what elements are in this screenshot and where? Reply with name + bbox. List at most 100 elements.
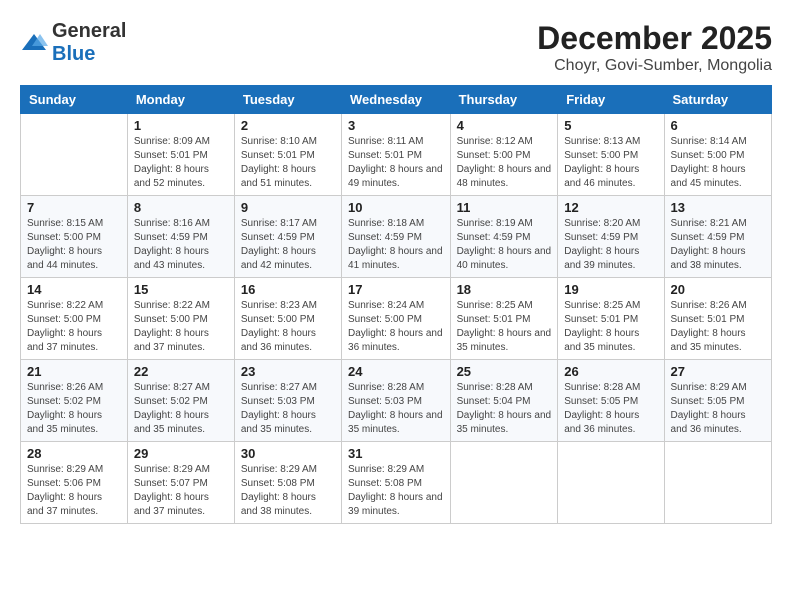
table-row: 18 Sunrise: 8:25 AMSunset: 5:01 PMDayligh… [450, 278, 558, 360]
header-saturday: Saturday [664, 86, 771, 114]
day-info: Sunrise: 8:17 AMSunset: 4:59 PMDaylight:… [241, 217, 335, 273]
table-row: 22 Sunrise: 8:27 AMSunset: 5:02 PMDayligh… [127, 360, 234, 442]
table-row: 16 Sunrise: 8:23 AMSunset: 5:00 PMDayligh… [234, 278, 341, 360]
day-info: Sunrise: 8:28 AMSunset: 5:04 PMDaylight:… [457, 381, 552, 437]
day-number: 29 [134, 446, 228, 461]
calendar-header-row: Sunday Monday Tuesday Wednesday Thursday… [21, 86, 772, 114]
day-number: 4 [457, 118, 552, 133]
day-info: Sunrise: 8:29 AMSunset: 5:07 PMDaylight:… [134, 463, 228, 519]
table-row: 25 Sunrise: 8:28 AMSunset: 5:04 PMDayligh… [450, 360, 558, 442]
table-row: 3Sunrise: 8:11 AMSunset: 5:01 PMDaylight… [342, 114, 451, 196]
table-row: 12 Sunrise: 8:20 AMSunset: 4:59 PMDayligh… [558, 196, 664, 278]
day-number: 12 [564, 200, 657, 215]
table-row: 15 Sunrise: 8:22 AMSunset: 5:00 PMDayligh… [127, 278, 234, 360]
day-number: 7 [27, 200, 121, 215]
day-info: Sunrise: 8:29 AMSunset: 5:08 PMDaylight:… [241, 463, 335, 519]
calendar-title: December 2025 [537, 20, 772, 57]
table-row: 27 Sunrise: 8:29 AMSunset: 5:05 PMDayligh… [664, 360, 771, 442]
day-info: Sunrise: 8:26 AMSunset: 5:02 PMDaylight:… [27, 381, 121, 437]
calendar-week-row: 7 Sunrise: 8:15 AMSunset: 5:00 PMDaylight… [21, 196, 772, 278]
day-info: Sunrise: 8:22 AMSunset: 5:00 PMDaylight:… [27, 299, 121, 355]
day-number: 18 [457, 282, 552, 297]
table-row: 26 Sunrise: 8:28 AMSunset: 5:05 PMDayligh… [558, 360, 664, 442]
day-info: Sunrise: 8:29 AMSunset: 5:05 PMDaylight:… [671, 381, 765, 437]
table-row: 9 Sunrise: 8:17 AMSunset: 4:59 PMDaylight… [234, 196, 341, 278]
calendar-table: Sunday Monday Tuesday Wednesday Thursday… [20, 85, 772, 524]
day-info: Sunrise: 8:27 AMSunset: 5:03 PMDaylight:… [241, 381, 335, 437]
page-header: General Blue December 2025 Choyr, Govi-S… [20, 20, 772, 75]
table-row [664, 442, 771, 524]
day-number: 26 [564, 364, 657, 379]
table-row: 13 Sunrise: 8:21 AMSunset: 4:59 PMDayligh… [664, 196, 771, 278]
day-number: 19 [564, 282, 657, 297]
header-friday: Friday [558, 86, 664, 114]
table-row: 6Sunrise: 8:14 AMSunset: 5:00 PMDaylight… [664, 114, 771, 196]
day-info: Sunrise: 8:23 AMSunset: 5:00 PMDaylight:… [241, 299, 335, 355]
day-number: 20 [671, 282, 765, 297]
day-number: 17 [348, 282, 444, 297]
table-row: 19 Sunrise: 8:25 AMSunset: 5:01 PMDayligh… [558, 278, 664, 360]
table-row: 24 Sunrise: 8:28 AMSunset: 5:03 PMDayligh… [342, 360, 451, 442]
day-info: Sunrise: 8:09 AMSunset: 5:01 PMDaylight:… [134, 135, 228, 191]
header-monday: Monday [127, 86, 234, 114]
day-info: Sunrise: 8:27 AMSunset: 5:02 PMDaylight:… [134, 381, 228, 437]
day-info: Sunrise: 8:28 AMSunset: 5:05 PMDaylight:… [564, 381, 657, 437]
day-info: Sunrise: 8:18 AMSunset: 4:59 PMDaylight:… [348, 217, 444, 273]
day-number: 5 [564, 118, 657, 133]
table-row: 4 Sunrise: 8:12 AMSunset: 5:00 PMDaylight… [450, 114, 558, 196]
day-number: 28 [27, 446, 121, 461]
day-number: 24 [348, 364, 444, 379]
day-info: Sunrise: 8:13 AMSunset: 5:00 PMDaylight:… [564, 135, 657, 191]
day-number: 1 [134, 118, 228, 133]
table-row: 11 Sunrise: 8:19 AMSunset: 4:59 PMDayligh… [450, 196, 558, 278]
day-info: Sunrise: 8:26 AMSunset: 5:01 PMDaylight:… [671, 299, 765, 355]
day-number: 25 [457, 364, 552, 379]
day-info: Sunrise: 8:22 AMSunset: 5:00 PMDaylight:… [134, 299, 228, 355]
table-row: 21 Sunrise: 8:26 AMSunset: 5:02 PMDayligh… [21, 360, 128, 442]
calendar-subtitle: Choyr, Govi-Sumber, Mongolia [537, 57, 772, 75]
day-number: 11 [457, 200, 552, 215]
day-number: 30 [241, 446, 335, 461]
day-info: Sunrise: 8:28 AMSunset: 5:03 PMDaylight:… [348, 381, 444, 437]
table-row [21, 114, 128, 196]
calendar-week-row: 28Sunrise: 8:29 AMSunset: 5:06 PMDayligh… [21, 442, 772, 524]
table-row: 29 Sunrise: 8:29 AMSunset: 5:07 PMDayligh… [127, 442, 234, 524]
table-row: 1 Sunrise: 8:09 AMSunset: 5:01 PMDaylight… [127, 114, 234, 196]
day-number: 13 [671, 200, 765, 215]
table-row: 28Sunrise: 8:29 AMSunset: 5:06 PMDayligh… [21, 442, 128, 524]
table-row: 30 Sunrise: 8:29 AMSunset: 5:08 PMDayligh… [234, 442, 341, 524]
day-info: Sunrise: 8:21 AMSunset: 4:59 PMDaylight:… [671, 217, 765, 273]
day-info: Sunrise: 8:25 AMSunset: 5:01 PMDaylight:… [564, 299, 657, 355]
day-number: 22 [134, 364, 228, 379]
header-tuesday: Tuesday [234, 86, 341, 114]
day-number: 21 [27, 364, 121, 379]
day-number: 27 [671, 364, 765, 379]
day-number: 16 [241, 282, 335, 297]
day-info: Sunrise: 8:20 AMSunset: 4:59 PMDaylight:… [564, 217, 657, 273]
day-info: Sunrise: 8:25 AMSunset: 5:01 PMDaylight:… [457, 299, 552, 355]
day-number: 10 [348, 200, 444, 215]
day-number: 2 [241, 118, 335, 133]
day-info: Sunrise: 8:12 AMSunset: 5:00 PMDaylight:… [457, 135, 552, 191]
day-info: Sunrise: 8:10 AMSunset: 5:01 PMDaylight:… [241, 135, 335, 191]
day-info: Sunrise: 8:29 AMSunset: 5:08 PMDaylight:… [348, 463, 444, 519]
day-info: Sunrise: 8:11 AMSunset: 5:01 PMDaylight:… [348, 135, 444, 191]
calendar-week-row: 1 Sunrise: 8:09 AMSunset: 5:01 PMDaylight… [21, 114, 772, 196]
day-number: 8 [134, 200, 228, 215]
header-wednesday: Wednesday [342, 86, 451, 114]
table-row: 7 Sunrise: 8:15 AMSunset: 5:00 PMDaylight… [21, 196, 128, 278]
table-row: 20 Sunrise: 8:26 AMSunset: 5:01 PMDayligh… [664, 278, 771, 360]
day-number: 31 [348, 446, 444, 461]
day-number: 15 [134, 282, 228, 297]
day-info: Sunrise: 8:14 AMSunset: 5:00 PMDaylight:… [671, 135, 765, 191]
table-row: 8 Sunrise: 8:16 AMSunset: 4:59 PMDaylight… [127, 196, 234, 278]
table-row: 10 Sunrise: 8:18 AMSunset: 4:59 PMDayligh… [342, 196, 451, 278]
day-info: Sunrise: 8:15 AMSunset: 5:00 PMDaylight:… [27, 217, 121, 273]
header-sunday: Sunday [21, 86, 128, 114]
day-number: 9 [241, 200, 335, 215]
day-info: Sunrise: 8:19 AMSunset: 4:59 PMDaylight:… [457, 217, 552, 273]
day-number: 14 [27, 282, 121, 297]
day-info: Sunrise: 8:16 AMSunset: 4:59 PMDaylight:… [134, 217, 228, 273]
table-row [558, 442, 664, 524]
table-row: 17Sunrise: 8:24 AMSunset: 5:00 PMDayligh… [342, 278, 451, 360]
